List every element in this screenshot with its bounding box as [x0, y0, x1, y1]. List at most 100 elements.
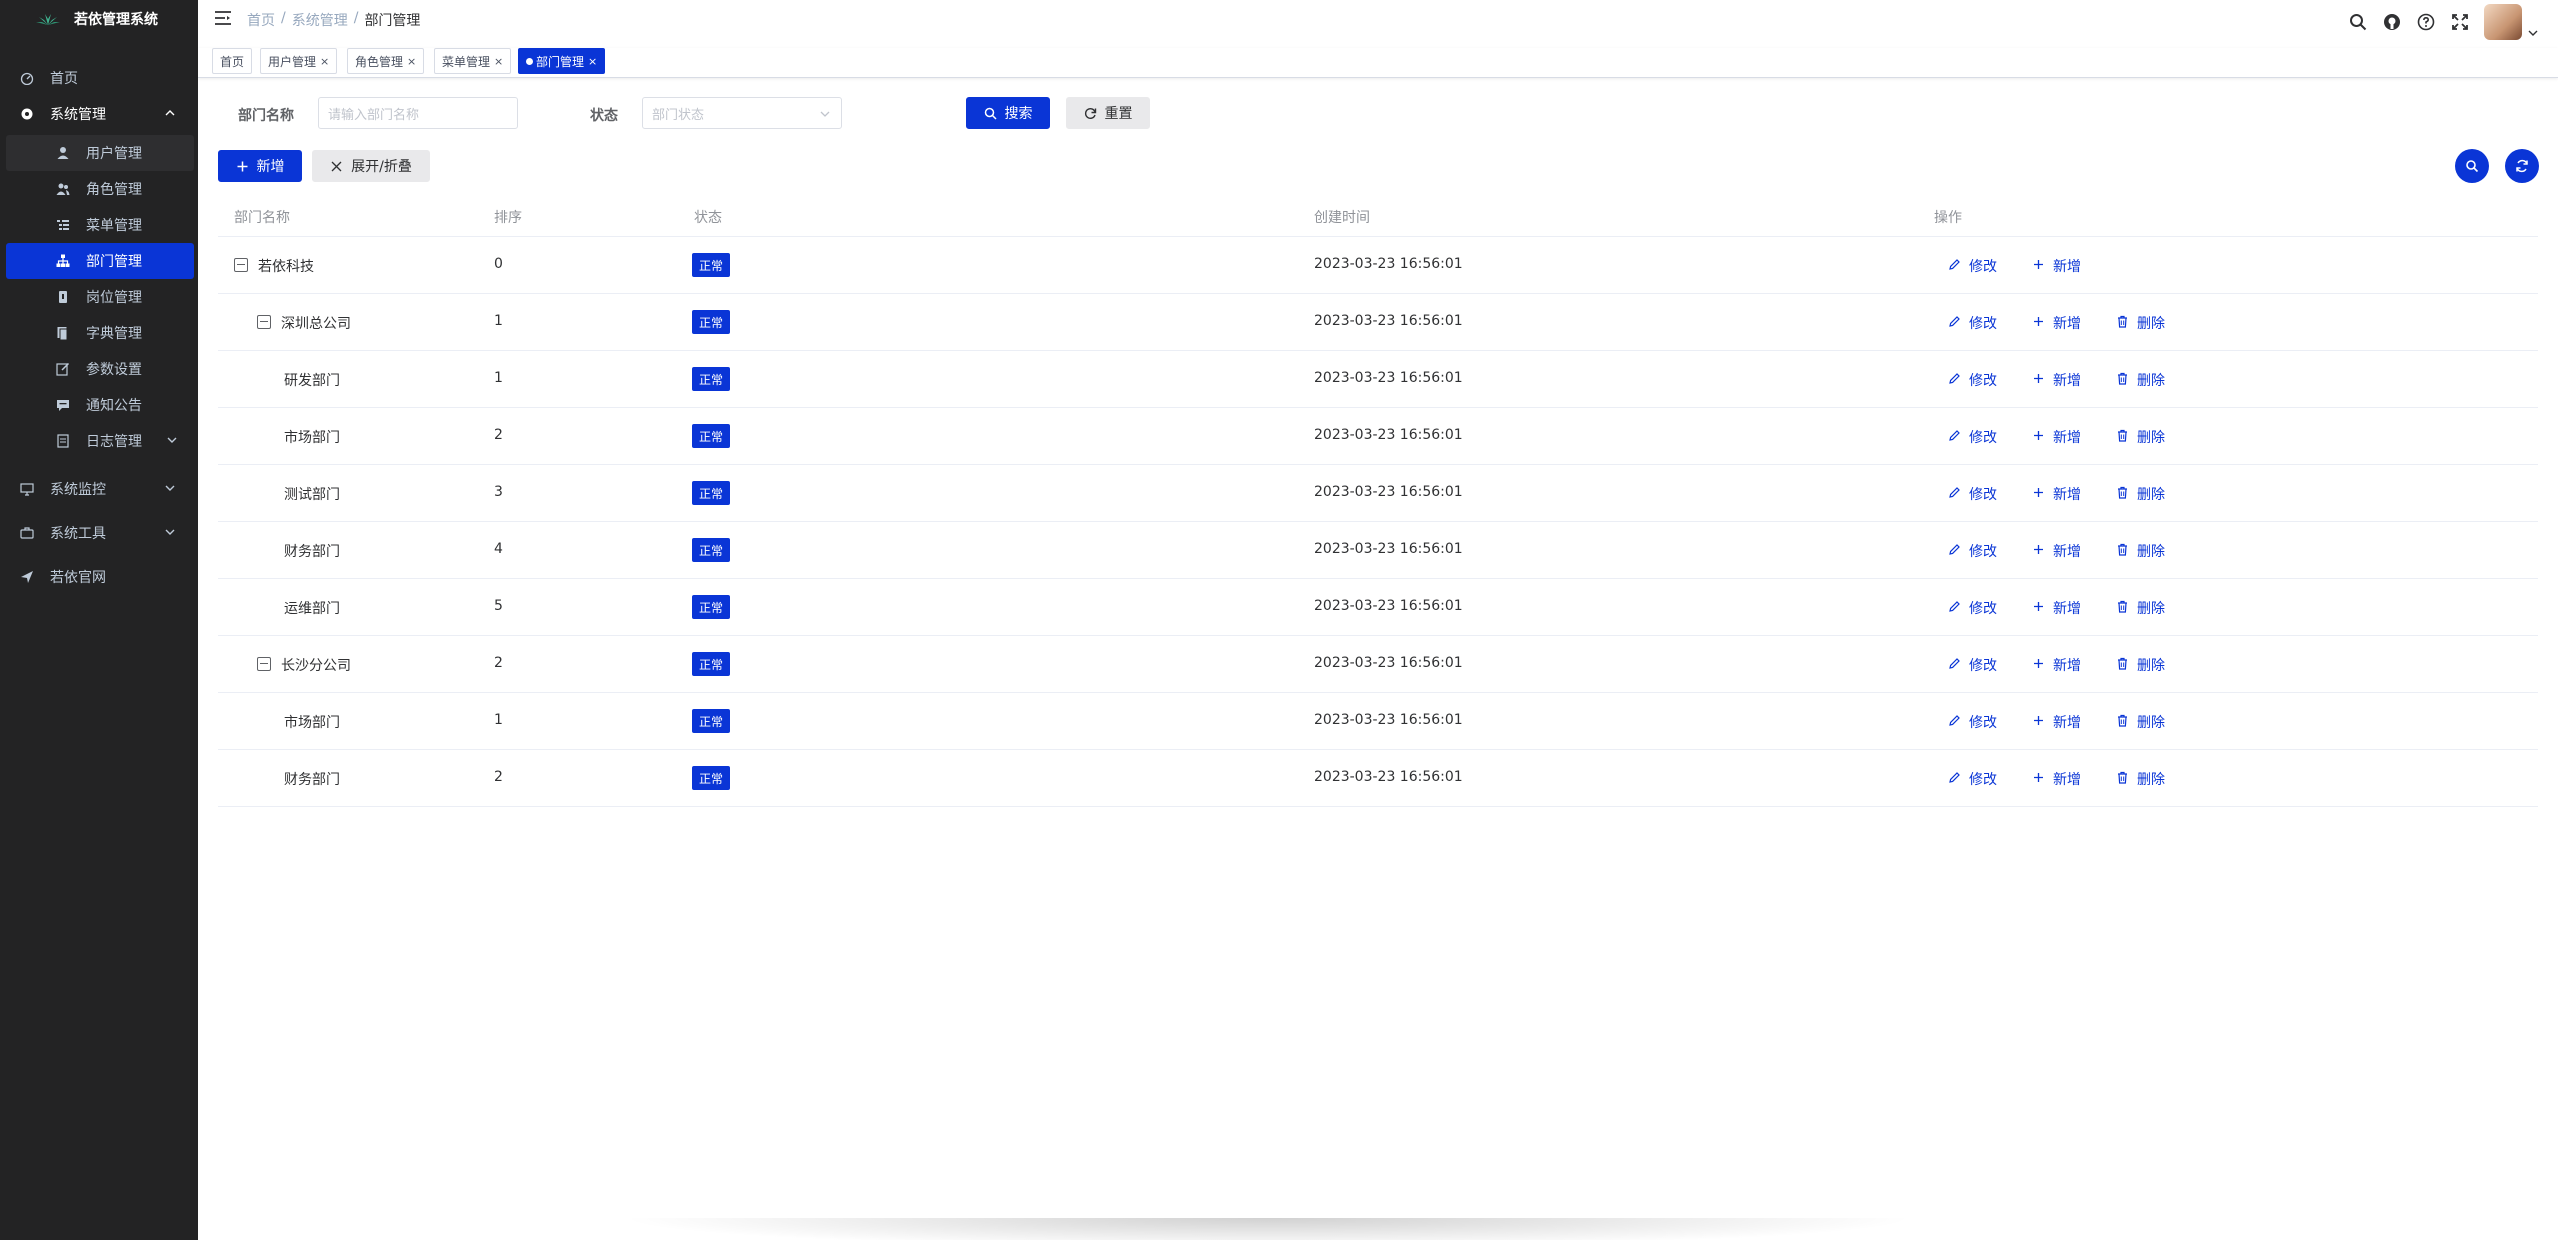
- navbar-right: [2348, 4, 2538, 40]
- sidebar-item-menus[interactable]: 菜单管理: [6, 207, 194, 243]
- edit-button[interactable]: 修改: [1948, 712, 1997, 732]
- close-icon[interactable]: ×: [494, 55, 503, 68]
- add-child-button[interactable]: 新增: [2032, 427, 2081, 447]
- close-icon[interactable]: ×: [320, 55, 329, 68]
- hamburger-icon[interactable]: [214, 10, 232, 26]
- add-child-button[interactable]: 新增: [2032, 655, 2081, 675]
- edit-icon: [1948, 258, 1961, 275]
- edit-button[interactable]: 修改: [1948, 313, 1997, 333]
- sidebar-item-roles[interactable]: 角色管理: [6, 171, 194, 207]
- edit-button[interactable]: 修改: [1948, 427, 1997, 447]
- edit-label: 修改: [1969, 487, 1997, 503]
- expand-toggle-button[interactable]: 展开/折叠: [312, 150, 430, 182]
- sidebar-item-monitor[interactable]: 系统监控: [0, 471, 198, 507]
- add-child-button[interactable]: 新增: [2032, 541, 2081, 561]
- add-label: 新增: [2053, 544, 2081, 560]
- breadcrumb-home[interactable]: 首页: [247, 10, 275, 30]
- close-icon[interactable]: ×: [588, 55, 597, 68]
- tag-roles[interactable]: 角色管理 ×: [347, 48, 425, 74]
- fullscreen-icon[interactable]: [2450, 12, 2470, 32]
- add-child-button[interactable]: 新增: [2032, 484, 2081, 504]
- column-header-order: 排序: [494, 210, 522, 226]
- add-child-button[interactable]: 新增: [2032, 712, 2081, 732]
- add-child-button[interactable]: 新增: [2032, 598, 2081, 618]
- question-icon[interactable]: [2416, 12, 2436, 32]
- delete-button[interactable]: 删除: [2116, 769, 2165, 789]
- breadcrumb-separator: /: [281, 10, 286, 26]
- github-icon[interactable]: [2382, 12, 2402, 32]
- delete-button[interactable]: 删除: [2116, 541, 2165, 561]
- delete-button[interactable]: 删除: [2116, 370, 2165, 390]
- edit-button[interactable]: 修改: [1948, 598, 1997, 618]
- sidebar-item-users[interactable]: 用户管理: [6, 135, 194, 171]
- sidebar-item-notice[interactable]: 通知公告: [6, 387, 194, 423]
- sidebar-item-posts[interactable]: 岗位管理: [6, 279, 194, 315]
- edit-button[interactable]: 修改: [1948, 370, 1997, 390]
- log-icon: [56, 434, 70, 448]
- dept-name-input[interactable]: 请输入部门名称: [318, 97, 518, 129]
- sidebar-item-departments[interactable]: 部门管理: [6, 243, 194, 279]
- delete-label: 删除: [2137, 715, 2165, 731]
- tag-departments[interactable]: 部门管理 ×: [518, 48, 606, 74]
- sidebar-item-system[interactable]: 系统管理: [0, 96, 198, 132]
- plus-icon: [2032, 714, 2045, 731]
- delete-button[interactable]: 删除: [2116, 712, 2165, 732]
- toggle-search-button[interactable]: [2455, 149, 2489, 183]
- close-icon[interactable]: ×: [407, 55, 416, 68]
- search-button[interactable]: 搜索: [966, 97, 1050, 129]
- avatar[interactable]: [2484, 4, 2522, 40]
- tag-menus[interactable]: 菜单管理 ×: [434, 48, 512, 74]
- edit-label: 修改: [1969, 715, 1997, 731]
- refresh-button[interactable]: [2505, 149, 2539, 183]
- post-icon: [56, 290, 70, 304]
- collapse-icon[interactable]: [257, 315, 271, 329]
- edit-button[interactable]: 修改: [1948, 655, 1997, 675]
- status-select[interactable]: 部门状态: [642, 97, 842, 129]
- sidebar-item-logs[interactable]: 日志管理: [6, 423, 194, 459]
- table-row: 市场部门 2 正常 2023-03-23 16:56:01 修改 新增 删除: [218, 408, 2538, 465]
- reset-button[interactable]: 重置: [1066, 97, 1150, 129]
- delete-button[interactable]: 删除: [2116, 427, 2165, 447]
- delete-button[interactable]: 删除: [2116, 313, 2165, 333]
- breadcrumb-current: 部门管理: [364, 13, 421, 29]
- add-label: 新增: [2053, 601, 2081, 617]
- status-label: 状态: [590, 108, 618, 124]
- add-child-button[interactable]: 新增: [2032, 370, 2081, 390]
- edit-icon: [56, 362, 70, 376]
- edit-label: 修改: [1969, 430, 1997, 446]
- search-icon[interactable]: [2348, 12, 2368, 32]
- delete-button[interactable]: 删除: [2116, 598, 2165, 618]
- add-child-button[interactable]: 新增: [2032, 256, 2081, 276]
- cell-order: 1: [494, 712, 503, 728]
- sidebar-item-home[interactable]: 首页: [0, 60, 198, 96]
- plus-icon: [2032, 372, 2045, 389]
- sidebar-item-dict[interactable]: 字典管理: [6, 315, 194, 351]
- add-child-button[interactable]: 新增: [2032, 769, 2081, 789]
- delete-label: 删除: [2137, 373, 2165, 389]
- sidebar-item-config[interactable]: 参数设置: [6, 351, 194, 387]
- cell-dept-name: 财务部门: [284, 772, 340, 788]
- caret-down-icon[interactable]: [2528, 28, 2538, 38]
- status-badge: 正常: [692, 253, 731, 277]
- table-row: 市场部门 1 正常 2023-03-23 16:56:01 修改 新增 删除: [218, 693, 2538, 750]
- status-badge: 正常: [692, 595, 731, 619]
- edit-button[interactable]: 修改: [1948, 484, 1997, 504]
- add-button[interactable]: 新增: [218, 150, 302, 182]
- add-child-button[interactable]: 新增: [2032, 313, 2081, 333]
- edit-button[interactable]: 修改: [1948, 541, 1997, 561]
- edit-button[interactable]: 修改: [1948, 769, 1997, 789]
- add-label: 新增: [2053, 430, 2081, 446]
- sidebar-item-website[interactable]: 若依官网: [0, 559, 198, 595]
- table-row: 若依科技 0 正常 2023-03-23 16:56:01 修改 新增: [218, 237, 2538, 294]
- sidebar-item-tools[interactable]: 系统工具: [0, 515, 198, 551]
- collapse-icon[interactable]: [257, 657, 271, 671]
- tag-users[interactable]: 用户管理 ×: [260, 48, 338, 74]
- delete-button[interactable]: 删除: [2116, 484, 2165, 504]
- tag-home[interactable]: 首页: [212, 48, 253, 74]
- status-badge: 正常: [692, 652, 731, 676]
- collapse-icon[interactable]: [234, 258, 248, 272]
- delete-label: 删除: [2137, 487, 2165, 503]
- delete-button[interactable]: 删除: [2116, 655, 2165, 675]
- edit-button[interactable]: 修改: [1948, 256, 1997, 276]
- app-logo[interactable]: 若依管理系统: [0, 0, 198, 37]
